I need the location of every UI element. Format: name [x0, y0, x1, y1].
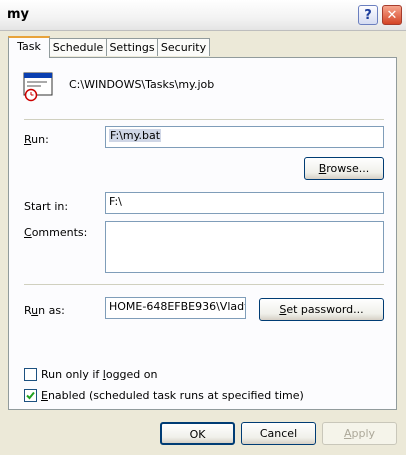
run-input[interactable]: F:\my.bat [105, 126, 384, 148]
tab-settings[interactable]: Settings [106, 38, 158, 56]
run-label: Run: [24, 133, 49, 146]
start-in-label: Start in: [24, 200, 69, 213]
apply-button[interactable]: Apply [322, 422, 397, 445]
window-title: my [7, 7, 30, 22]
enabled-label: Enabled (scheduled task runs at specifie… [41, 389, 304, 402]
comments-textarea[interactable] [105, 221, 384, 273]
tab-label: Settings [109, 41, 155, 54]
close-icon: ✕ [386, 7, 398, 23]
help-button[interactable]: ? [358, 5, 378, 25]
close-button[interactable]: ✕ [382, 5, 402, 25]
tab-label: Security [160, 41, 207, 54]
set-password-button[interactable]: Set password... [259, 298, 384, 321]
task-panel: C:\WINDOWS\Tasks\my.job Run: F:\my.bat B… [8, 57, 397, 410]
tab-schedule[interactable]: Schedule [49, 38, 107, 56]
scheduled-task-icon [23, 72, 55, 102]
start-in-input[interactable]: F:\ [105, 192, 384, 214]
run-as-input[interactable]: HOME-648EFBE936\Vlady [105, 297, 246, 319]
browse-button[interactable]: Browse... [304, 157, 384, 180]
tab-label: Task [17, 40, 41, 53]
run-as-label: Run as: [24, 304, 65, 317]
help-icon: ? [364, 7, 372, 23]
separator [24, 284, 384, 285]
separator [24, 119, 384, 120]
cancel-button[interactable]: Cancel [241, 422, 316, 445]
ok-button[interactable]: OK [160, 422, 235, 445]
run-only-if-logged-on-checkbox[interactable] [24, 368, 37, 381]
tab-task[interactable]: Task [8, 36, 50, 58]
task-path: C:\WINDOWS\Tasks\my.job [69, 78, 215, 91]
comments-label: Comments: [24, 226, 88, 239]
run-only-if-logged-on-label: Run only if logged on [41, 368, 158, 381]
checkmark-icon [26, 391, 35, 400]
tab-security[interactable]: Security [157, 38, 210, 56]
enabled-checkbox[interactable] [24, 389, 37, 402]
title-bar[interactable]: my ? ✕ [0, 0, 406, 31]
tab-label: Schedule [52, 41, 104, 54]
